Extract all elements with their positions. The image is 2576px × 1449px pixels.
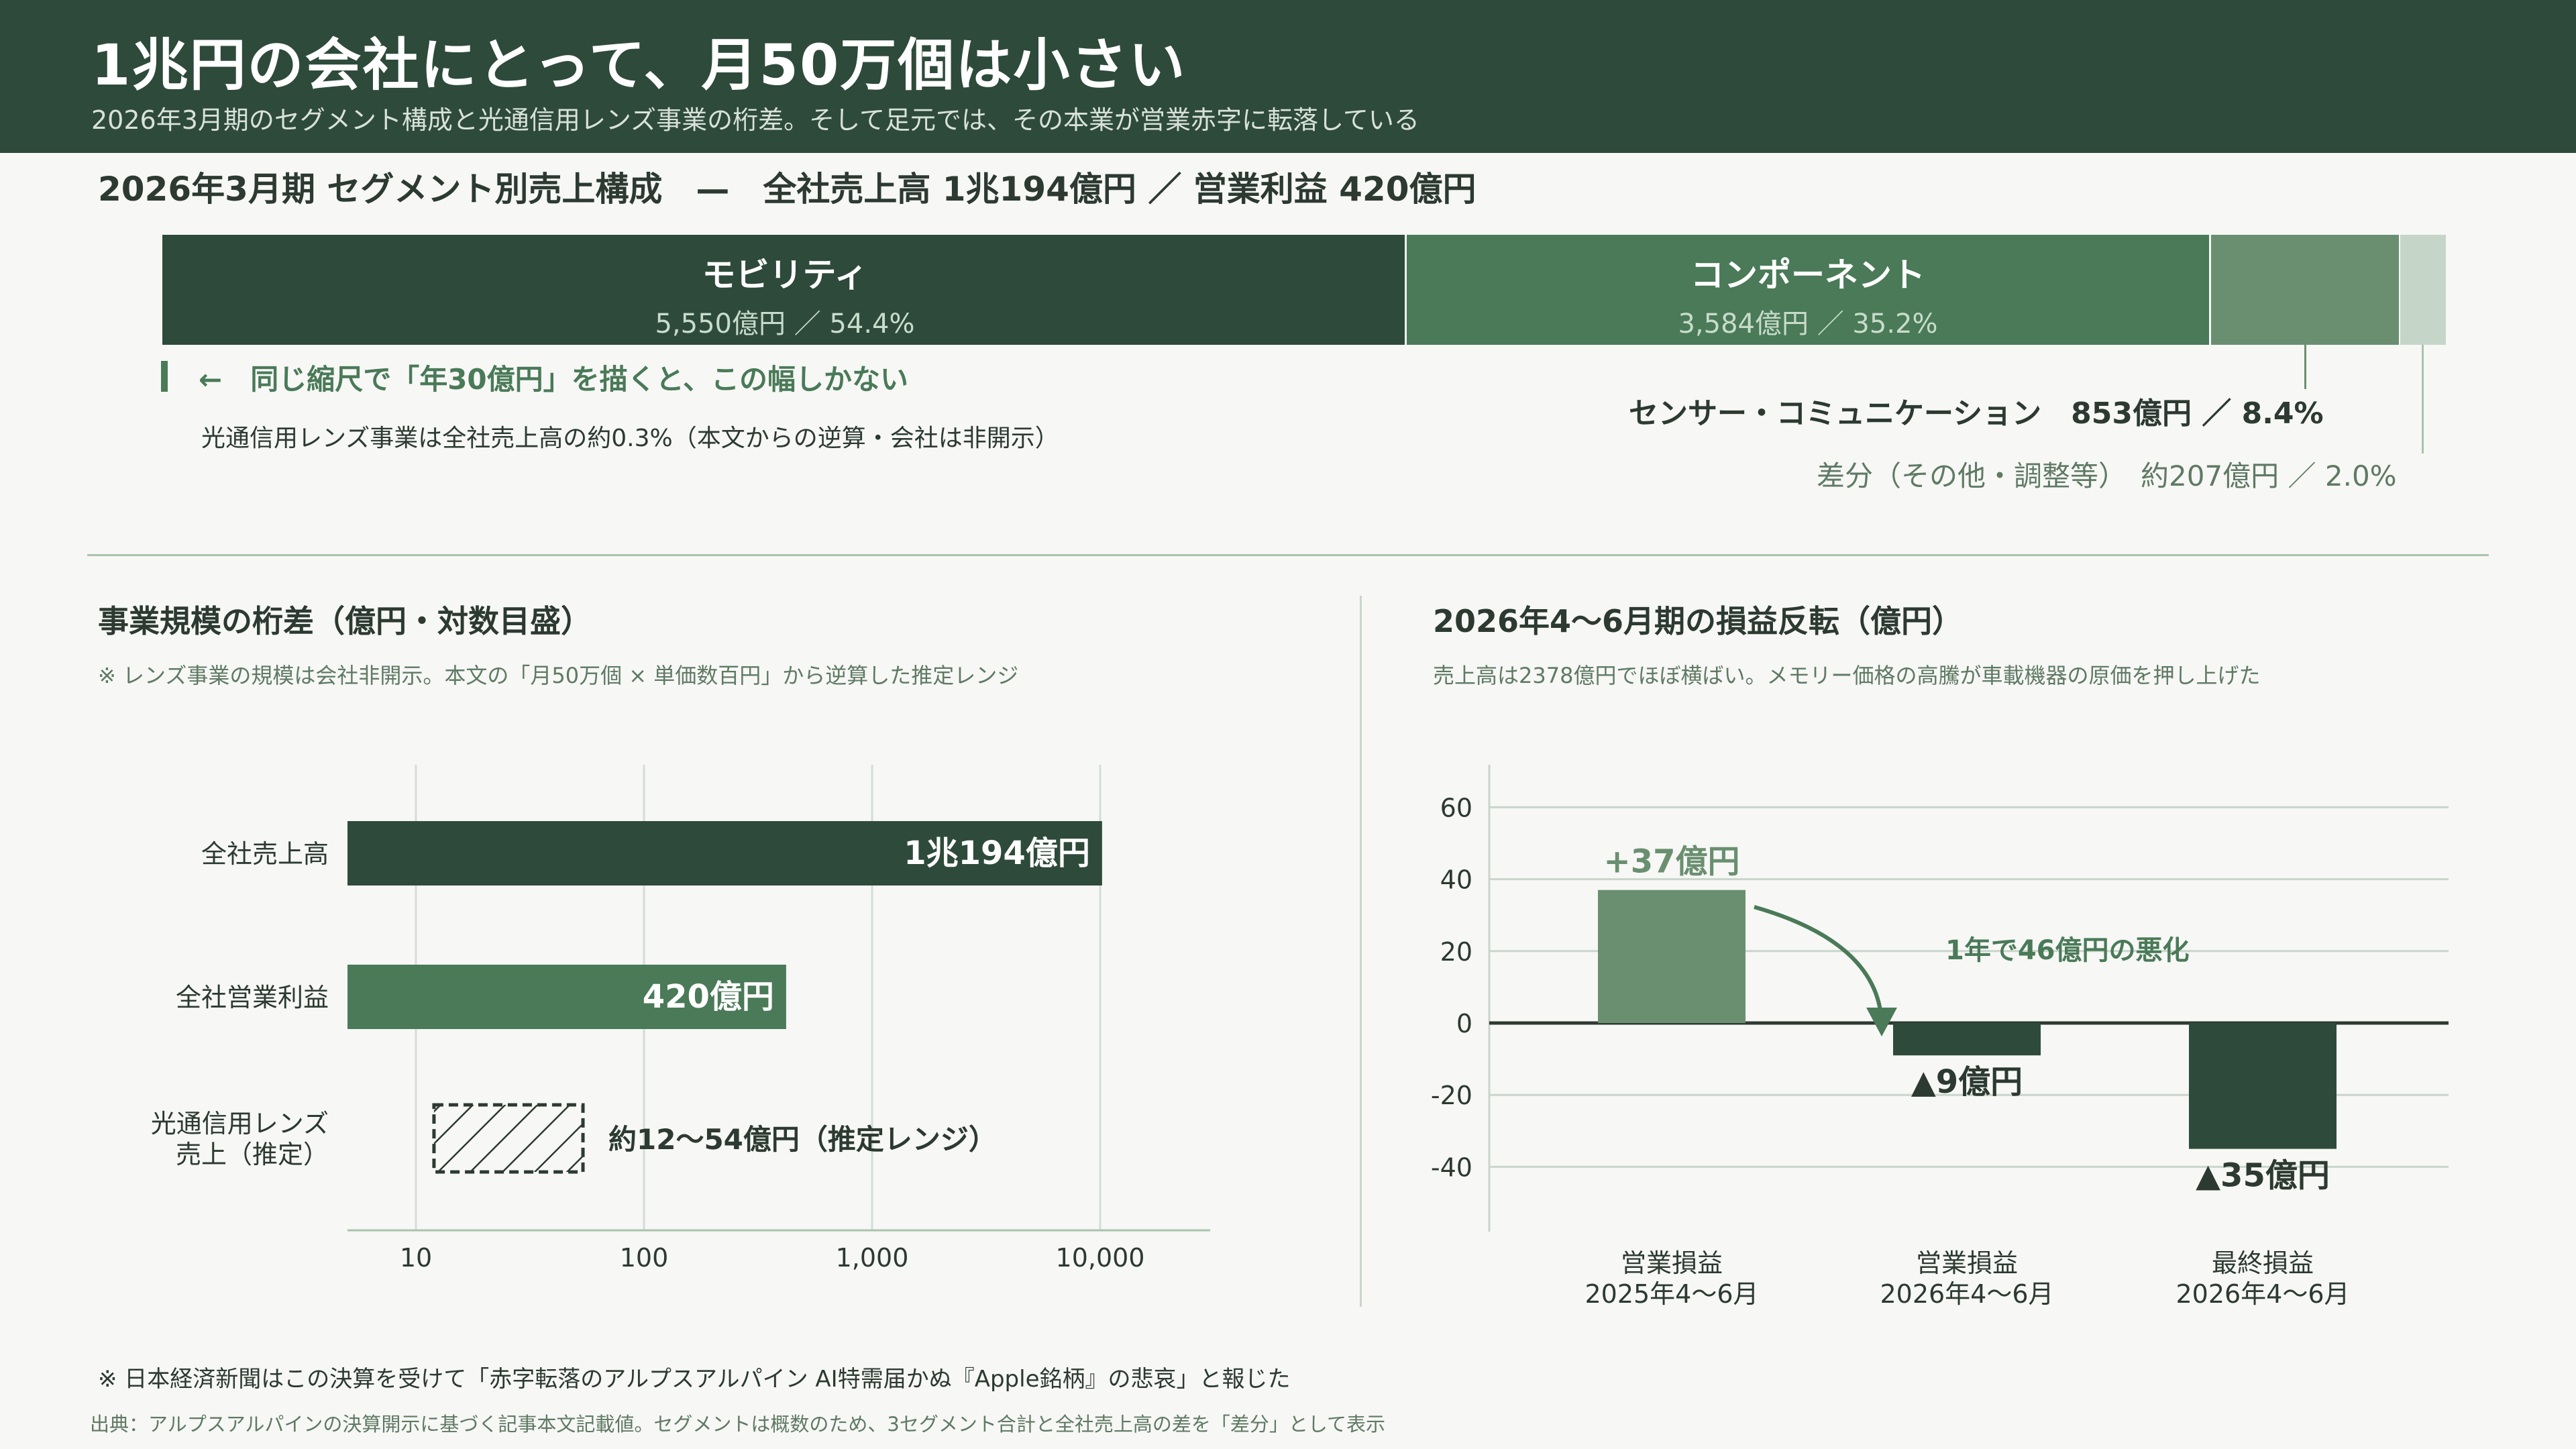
pl-category-label: 2026年4〜6月: [2176, 1279, 2349, 1309]
scale-category-label: 全社営業利益: [176, 983, 329, 1012]
pl-bar: [2189, 1023, 2337, 1149]
segment-sensor: [2211, 235, 2399, 345]
segment-mobility-name: モビリティ: [702, 256, 868, 294]
pl-category-label: 2025年4〜6月: [1585, 1279, 1758, 1309]
pl-y-tick-label: -20: [1431, 1081, 1472, 1110]
lens-share-note: 光通信用レンズ事業は全社売上高の約0.3%（本文からの逆算・会社は非開示）: [201, 425, 1059, 452]
other-segment-label: 差分（その他・調整等） 約207億円 ／ 2.0%: [1817, 460, 2397, 492]
pl-category-label: 営業損益: [1916, 1248, 2018, 1278]
left-panel-note: ※ レンズ事業の規模は会社非開示。本文の「月50万個 × 単価数百円」から逆算し…: [98, 663, 1019, 688]
scale-bar-label: 約12〜54億円（推定レンジ）: [608, 1123, 997, 1156]
pl-change-annotation: 1年で46億円の悪化: [1945, 935, 2190, 966]
footer-note: ※ 日本経済新聞はこの決算を受けて「赤字転落のアルプスアルパイン AI特需届かぬ…: [98, 1366, 1291, 1393]
pl-category-label: 営業損益: [1621, 1248, 1723, 1278]
panel-divider: [1360, 596, 1362, 1307]
pl-bar-label: ▲35億円: [2196, 1157, 2330, 1195]
section-divider: [87, 554, 2489, 556]
pl-category-label: 最終損益: [2212, 1248, 2314, 1278]
pl-y-tick-label: 60: [1440, 793, 1472, 822]
pl-bar: [1893, 1023, 2041, 1056]
segment-components: コンポーネント 3,584億円 ／ 35.2%: [1407, 235, 2209, 345]
scale-bar-label: 420億円: [643, 978, 774, 1016]
scale-x-tick-label: 10: [400, 1243, 432, 1273]
lens-scale-note: ← 同じ縮尺で「年30億円」を描くと、この幅しかない: [199, 363, 908, 396]
pl-y-tick-label: 20: [1440, 937, 1472, 967]
segment-components-value: 3,584億円 ／ 35.2%: [1678, 309, 1938, 339]
scale-category-label: 光通信用レンズ: [151, 1109, 329, 1138]
pl-category-label: 2026年4〜6月: [1880, 1279, 2053, 1309]
segment-mobility: モビリティ 5,550億円 ／ 54.4%: [162, 235, 1405, 345]
scale-x-tick-label: 10,000: [1056, 1243, 1145, 1273]
segment-components-name: コンポーネント: [1690, 256, 1925, 294]
profit-loss-chart: 6040200-20-40+37億円営業損益2025年4〜6月▲9億円営業損益2…: [1431, 765, 2449, 1309]
footer-source: 出典：アルプスアルパインの決算開示に基づく記事本文記載値。セグメントは概数のため…: [90, 1413, 1386, 1436]
scale-bar-lens-estimate: [432, 1103, 585, 1174]
sensor-leader-line: [2304, 345, 2306, 389]
pl-y-tick-label: 40: [1440, 865, 1472, 895]
scale-category-label: 売上（推定）: [176, 1140, 329, 1169]
scale-x-tick-label: 100: [620, 1243, 669, 1273]
right-panel-title: 2026年4〜6月期の損益反転（億円）: [1433, 603, 1964, 639]
pl-bar: [1598, 890, 1746, 1023]
segment-mobility-value: 5,550億円 ／ 54.4%: [655, 309, 915, 339]
page-header: 1兆円の会社にとって、月50万個は小さい 2026年3月期のセグメント構成と光通…: [0, 0, 2576, 153]
sensor-segment-label: センサー・コミュニケーション 853億円 ／ 8.4%: [1629, 396, 2324, 431]
page-subtitle: 2026年3月期のセグメント構成と光通信用レンズ事業の桁差。そして足元では、その…: [91, 105, 1419, 135]
pl-y-tick-label: -40: [1431, 1152, 1472, 1182]
pl-bar-label: ▲9億円: [1911, 1063, 2023, 1101]
other-leader-line: [2422, 345, 2424, 453]
scale-comparison-chart: 10 100 1,000 10,000 全社売上高 1兆194億円全社営業利益 420億円光…: [151, 765, 1210, 1273]
pl-change-arrow: [1754, 905, 1884, 1024]
right-panel-note: 売上高は2378億円でほぼ横ばい。メモリー価格の高騰が車載機器の原価を押し上げた: [1433, 663, 2261, 688]
scale-bar-label: 1兆194億円: [904, 835, 1090, 872]
scale-category-label: 全社売上高: [201, 839, 329, 869]
composition-heading: 2026年3月期 セグメント別売上構成 — 全社売上高 1兆194億円 ／ 営業…: [98, 170, 1477, 209]
segment-other: [2400, 235, 2446, 345]
scale-x-tick-label: 1,000: [836, 1243, 909, 1273]
page-title: 1兆円の会社にとって、月50万個は小さい: [91, 32, 1187, 98]
lens-scale-marker: [161, 361, 168, 392]
pl-y-tick-label: 0: [1456, 1009, 1472, 1038]
left-panel-title: 事業規模の桁差（億円・対数目盛）: [98, 603, 592, 639]
pl-bar-label: +37億円: [1603, 843, 1739, 881]
